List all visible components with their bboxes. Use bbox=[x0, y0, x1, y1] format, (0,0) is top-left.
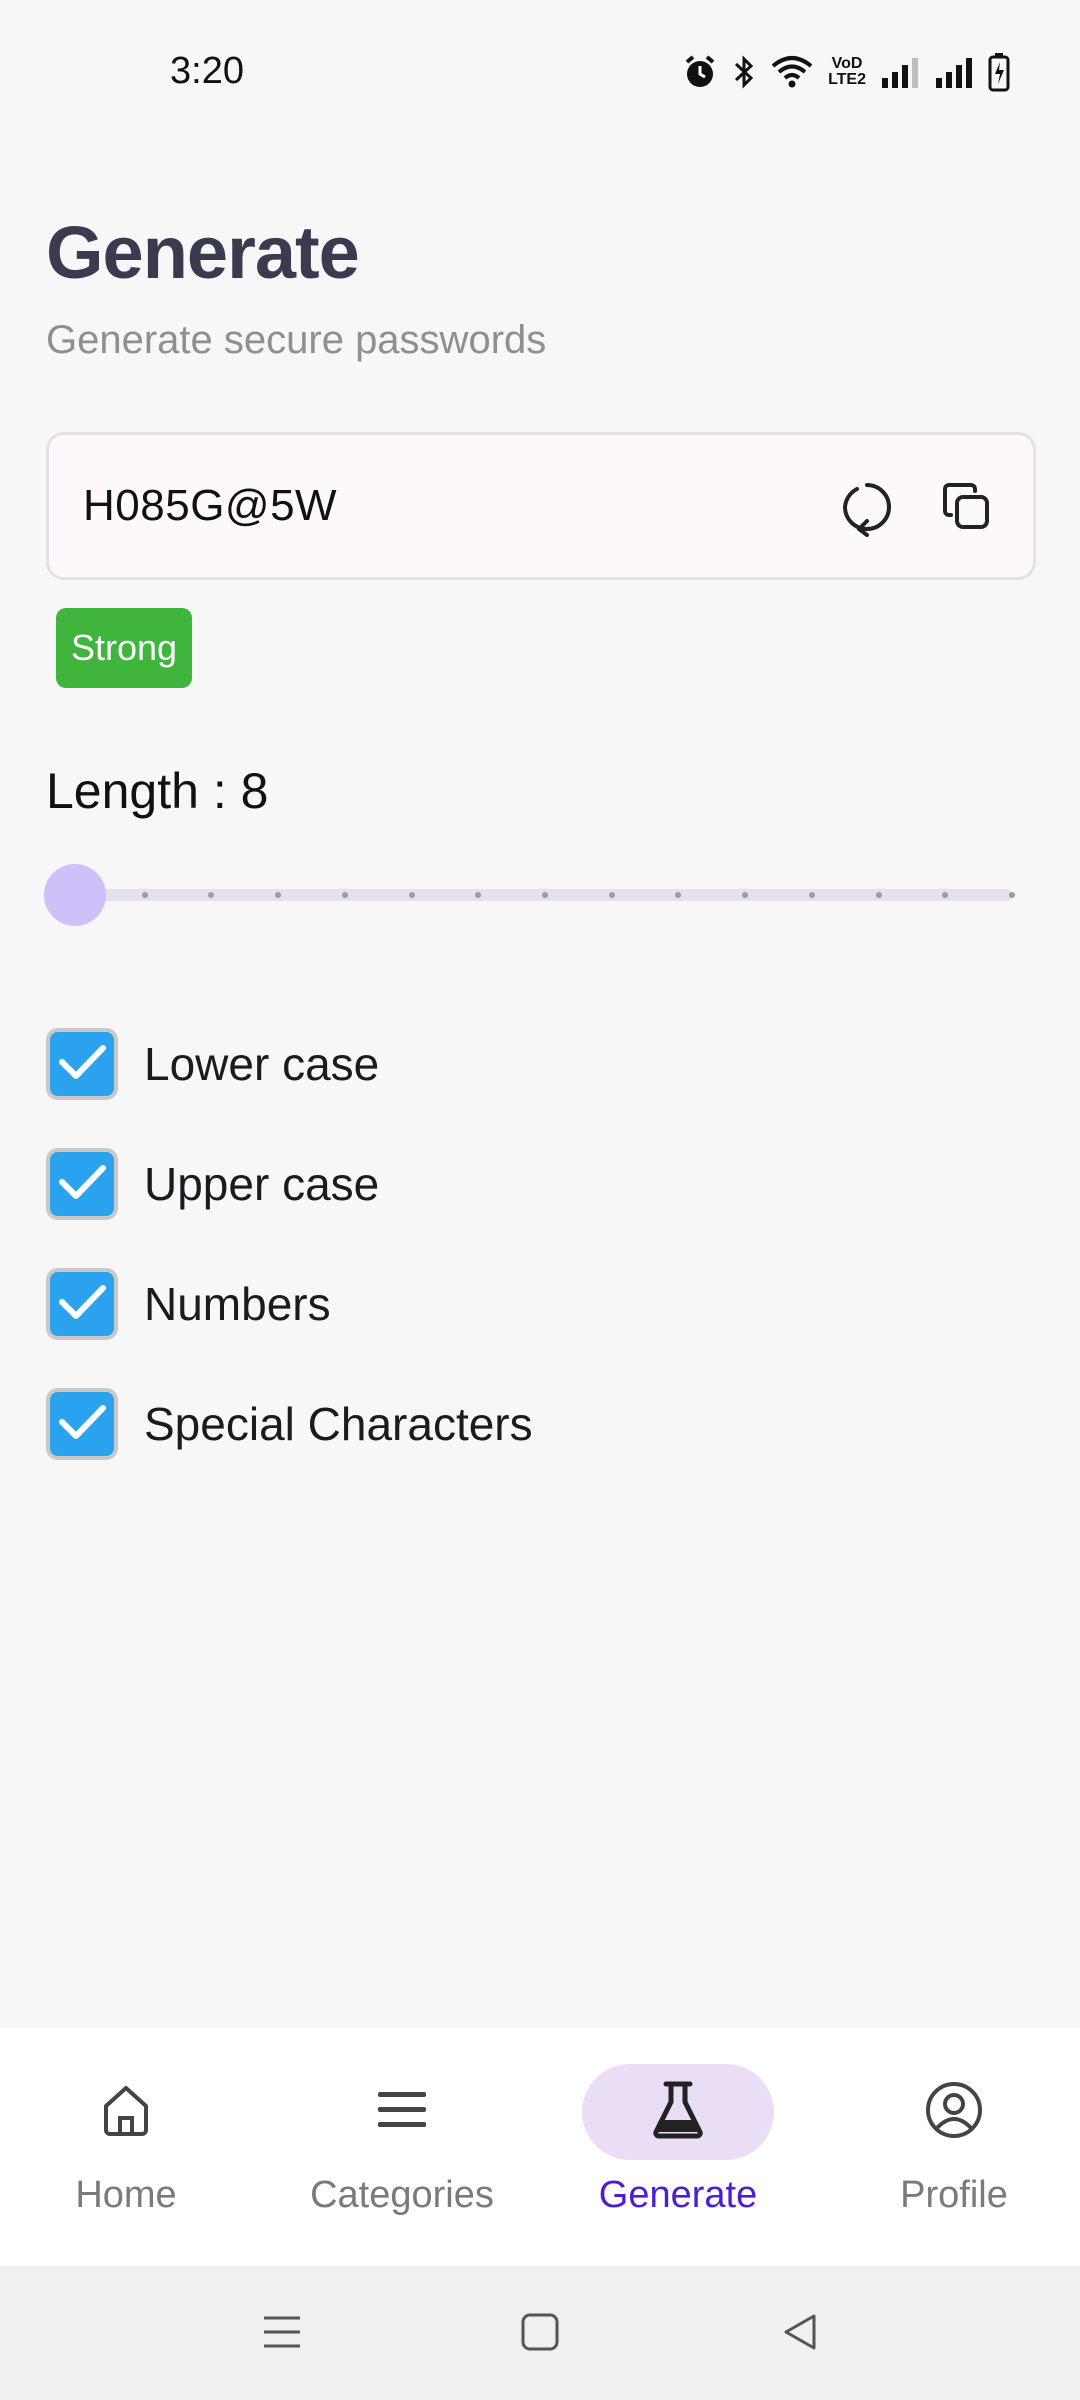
slider-tick bbox=[875, 892, 882, 898]
numbers-checkbox[interactable] bbox=[46, 1268, 118, 1340]
option-label: Upper case bbox=[144, 1158, 380, 1210]
nav-home[interactable]: Home bbox=[26, 2064, 226, 2234]
home-system-button[interactable] bbox=[510, 2304, 570, 2364]
option-numbers[interactable]: Numbers bbox=[46, 1266, 946, 1342]
nav-icon-container bbox=[30, 2064, 222, 2160]
profile-icon bbox=[924, 2080, 984, 2145]
password-field: H085G@5W bbox=[46, 432, 1036, 580]
nav-profile[interactable]: Profile bbox=[854, 2064, 1054, 2234]
copy-icon bbox=[939, 479, 995, 540]
nav-generate[interactable]: Generate bbox=[578, 2064, 778, 2234]
flask-icon bbox=[650, 2080, 706, 2145]
generate-screen: 3:20 VoD LTE2 Generate Generate secure p… bbox=[0, 0, 1080, 2400]
checkmark-icon bbox=[57, 1402, 107, 1447]
wifi-icon bbox=[770, 54, 814, 90]
nav-categories[interactable]: Categories bbox=[302, 2064, 502, 2234]
slider-thumb[interactable] bbox=[44, 864, 106, 926]
checkmark-icon bbox=[57, 1162, 107, 1207]
slider-tick bbox=[542, 892, 548, 898]
checkmark-icon bbox=[57, 1282, 107, 1327]
option-lower-case[interactable]: Lower case bbox=[46, 1026, 946, 1102]
option-label: Numbers bbox=[144, 1278, 331, 1330]
slider-tick bbox=[1009, 892, 1015, 898]
nav-label: Generate bbox=[598, 2174, 758, 2216]
length-slider[interactable] bbox=[44, 864, 1015, 928]
status-time: 3:20 bbox=[170, 50, 244, 92]
copy-button[interactable] bbox=[931, 473, 1003, 545]
status-bar: 3:20 VoD LTE2 bbox=[0, 0, 1080, 140]
special-characters-checkbox[interactable] bbox=[46, 1388, 118, 1460]
strength-badge: Strong bbox=[56, 608, 192, 688]
system-navigation-bar bbox=[0, 2266, 1080, 2400]
regenerate-button[interactable] bbox=[829, 473, 901, 545]
back-triangle-icon bbox=[780, 2312, 820, 2357]
signal-sim2-icon bbox=[934, 54, 974, 90]
option-label: Lower case bbox=[144, 1038, 380, 1090]
option-special-characters[interactable]: Special Characters bbox=[46, 1386, 946, 1462]
recent-apps-button[interactable] bbox=[252, 2304, 312, 2364]
back-button[interactable] bbox=[770, 2304, 830, 2364]
slider-tick bbox=[141, 892, 148, 898]
status-icons: VoD LTE2 bbox=[682, 50, 1010, 94]
slider-tick bbox=[608, 892, 615, 898]
home-icon bbox=[100, 2082, 152, 2143]
option-upper-case[interactable]: Upper case bbox=[46, 1146, 946, 1222]
bluetooth-icon bbox=[732, 54, 756, 90]
slider-tick bbox=[408, 892, 415, 898]
nav-label: Categories bbox=[310, 2174, 494, 2216]
refresh-icon bbox=[837, 477, 893, 542]
alarm-icon bbox=[682, 54, 718, 90]
nav-icon-container bbox=[306, 2064, 498, 2160]
nav-icon-container bbox=[858, 2064, 1050, 2160]
option-label: Special Characters bbox=[144, 1398, 533, 1450]
upper-case-checkbox[interactable] bbox=[46, 1148, 118, 1220]
slider-tick bbox=[808, 892, 815, 898]
slider-tick bbox=[341, 892, 348, 898]
menu-icon bbox=[376, 2088, 428, 2137]
bottom-navigation: Home Categories Generate Profile bbox=[0, 2028, 1080, 2266]
volte-indicator: VoD LTE2 bbox=[828, 55, 866, 88]
nav-icon-container bbox=[582, 2064, 774, 2160]
recent-apps-icon bbox=[262, 2314, 302, 2355]
page-title: Generate bbox=[46, 211, 360, 294]
nav-label: Profile bbox=[900, 2174, 1008, 2216]
checkmark-icon bbox=[57, 1042, 107, 1087]
battery-icon bbox=[988, 52, 1010, 92]
square-home-icon bbox=[520, 2312, 560, 2357]
signal-sim1-icon bbox=[880, 54, 920, 90]
length-label: Length : 8 bbox=[46, 763, 269, 819]
generated-password[interactable]: H085G@5W bbox=[83, 481, 337, 531]
page-subtitle: Generate secure passwords bbox=[46, 318, 547, 362]
nav-label: Home bbox=[75, 2174, 177, 2216]
lower-case-checkbox[interactable] bbox=[46, 1028, 118, 1100]
